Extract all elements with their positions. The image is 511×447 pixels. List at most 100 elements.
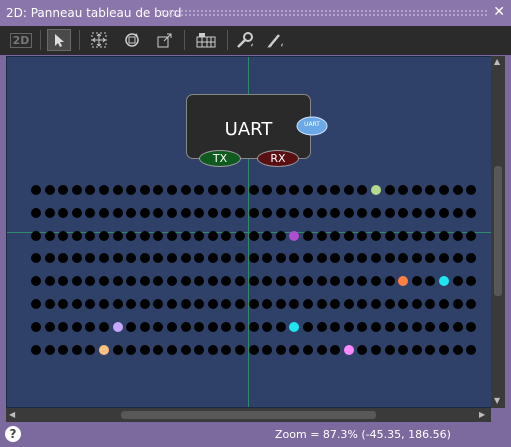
hole[interactable] <box>71 185 82 195</box>
hole[interactable] <box>248 321 259 332</box>
hole[interactable] <box>194 321 205 332</box>
hole[interactable] <box>466 276 477 287</box>
hole[interactable] <box>31 344 41 355</box>
hole[interactable] <box>330 344 341 355</box>
hole[interactable] <box>398 321 409 332</box>
hole[interactable] <box>275 207 286 218</box>
hole[interactable] <box>85 230 96 241</box>
hole[interactable] <box>371 344 381 355</box>
hole[interactable] <box>31 321 41 332</box>
hole[interactable] <box>126 207 137 218</box>
hole[interactable] <box>58 299 69 309</box>
hole[interactable] <box>398 207 409 218</box>
hole[interactable] <box>316 276 327 287</box>
hole[interactable] <box>126 230 137 241</box>
hole[interactable] <box>411 321 422 332</box>
hole[interactable] <box>167 230 177 241</box>
hole[interactable] <box>371 276 381 287</box>
hole[interactable] <box>58 276 69 287</box>
hole[interactable] <box>31 185 41 195</box>
hole[interactable] <box>275 185 286 195</box>
hole[interactable] <box>398 253 409 264</box>
hole[interactable] <box>452 299 463 309</box>
hole[interactable] <box>139 253 150 264</box>
hole[interactable] <box>71 207 82 218</box>
hole[interactable] <box>411 276 422 287</box>
hole[interactable] <box>71 321 82 332</box>
hole[interactable] <box>139 185 150 195</box>
hole[interactable] <box>371 253 381 264</box>
highlighted-hole[interactable] <box>398 276 409 287</box>
hole[interactable] <box>31 253 41 264</box>
hole[interactable] <box>71 230 82 241</box>
hole[interactable] <box>357 321 368 332</box>
highlighted-hole[interactable] <box>289 230 300 241</box>
hole[interactable] <box>303 344 313 355</box>
hole[interactable] <box>384 185 395 195</box>
hole[interactable] <box>153 321 164 332</box>
hole[interactable] <box>167 321 177 332</box>
hole[interactable] <box>44 276 55 287</box>
hole[interactable] <box>248 344 259 355</box>
hole[interactable] <box>357 230 368 241</box>
hole[interactable] <box>425 276 436 287</box>
hole[interactable] <box>343 299 354 309</box>
hole[interactable] <box>275 230 286 241</box>
vertical-scrollbar[interactable]: ▲ ▼ <box>491 56 505 408</box>
vertical-scroll-thumb[interactable] <box>494 166 502 296</box>
hole[interactable] <box>58 185 69 195</box>
brush-tool-button[interactable] <box>263 29 287 51</box>
rx-pin[interactable]: RX <box>257 150 299 167</box>
hole[interactable] <box>303 299 313 309</box>
hole[interactable] <box>139 276 150 287</box>
hole[interactable] <box>126 299 137 309</box>
hole[interactable] <box>221 299 232 309</box>
hole[interactable] <box>112 230 123 241</box>
select-tool-button[interactable] <box>47 29 71 51</box>
hole[interactable] <box>343 276 354 287</box>
hole[interactable] <box>85 276 96 287</box>
hole[interactable] <box>58 344 69 355</box>
hole[interactable] <box>167 253 177 264</box>
hole[interactable] <box>411 185 422 195</box>
hole[interactable] <box>139 207 150 218</box>
hole[interactable] <box>303 253 313 264</box>
hole[interactable] <box>425 321 436 332</box>
hole[interactable] <box>235 299 245 309</box>
rotate-tool-button[interactable] <box>120 29 144 51</box>
hole[interactable] <box>71 299 82 309</box>
hole[interactable] <box>180 321 191 332</box>
hole[interactable] <box>99 299 109 309</box>
hole[interactable] <box>180 299 191 309</box>
hole[interactable] <box>99 230 109 241</box>
hole[interactable] <box>262 253 273 264</box>
hole[interactable] <box>207 276 218 287</box>
scroll-up-arrow[interactable]: ▲ <box>494 57 500 66</box>
highlighted-hole[interactable] <box>99 344 109 355</box>
hole[interactable] <box>153 276 164 287</box>
hole[interactable] <box>194 276 205 287</box>
hole[interactable] <box>207 299 218 309</box>
hole[interactable] <box>275 276 286 287</box>
hole[interactable] <box>330 276 341 287</box>
hole[interactable] <box>398 230 409 241</box>
hole[interactable] <box>384 276 395 287</box>
hole[interactable] <box>398 299 409 309</box>
hole[interactable] <box>439 253 449 264</box>
hole[interactable] <box>357 253 368 264</box>
hole[interactable] <box>194 207 205 218</box>
hole[interactable] <box>139 344 150 355</box>
hole[interactable] <box>289 185 300 195</box>
hole[interactable] <box>99 276 109 287</box>
hole[interactable] <box>112 185 123 195</box>
hole[interactable] <box>194 299 205 309</box>
hole[interactable] <box>411 299 422 309</box>
hole[interactable] <box>411 230 422 241</box>
hole[interactable] <box>58 321 69 332</box>
hole[interactable] <box>398 185 409 195</box>
highlighted-hole[interactable] <box>371 185 381 195</box>
hole[interactable] <box>235 321 245 332</box>
hole[interactable] <box>466 207 477 218</box>
hole[interactable] <box>126 344 137 355</box>
hole[interactable] <box>99 321 109 332</box>
